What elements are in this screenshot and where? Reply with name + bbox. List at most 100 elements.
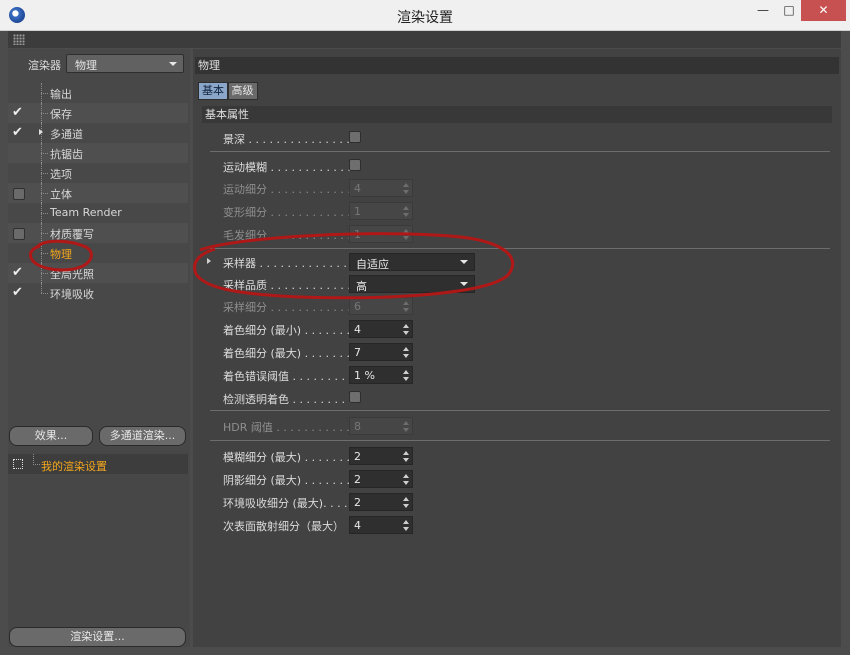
field-label: 采样器 . . . . . . . . . . . . . . . bbox=[223, 257, 361, 270]
spinner-icon[interactable] bbox=[403, 347, 409, 359]
tree-line bbox=[41, 93, 48, 94]
tree-line bbox=[33, 454, 40, 465]
field-label: 着色错误阈值 . . . . . . . . . bbox=[223, 370, 352, 383]
field-value: 自适应 bbox=[356, 258, 389, 271]
sss-subdiv-max-input[interactable]: 4 bbox=[349, 516, 413, 534]
close-icon[interactable]: ✕ bbox=[801, 0, 846, 21]
tree-item-team-render[interactable]: Team Render bbox=[8, 203, 188, 223]
tree-line bbox=[41, 233, 48, 234]
section-title: 物理 bbox=[195, 57, 839, 74]
field-label: 次表面散射细分（最大） bbox=[223, 520, 344, 533]
spinner-icon[interactable] bbox=[403, 520, 409, 532]
checkmark-icon[interactable]: ✔ bbox=[12, 286, 26, 300]
render-settings-button[interactable]: 渲染设置... bbox=[9, 627, 186, 647]
field-label: 采样品质 . . . . . . . . . . . . . bbox=[223, 279, 358, 292]
expand-arrow-icon[interactable] bbox=[207, 258, 211, 264]
tab-bar: 基本 高级 bbox=[198, 82, 258, 100]
spinner-icon[interactable] bbox=[403, 497, 409, 509]
expand-arrow-icon[interactable] bbox=[39, 129, 43, 135]
sampling-quality-row: 采样品质 . . . . . . . . . . . . . 高 bbox=[193, 274, 841, 294]
spinner-icon[interactable] bbox=[403, 301, 409, 313]
tree-item-ambient-occlusion[interactable]: ✔ 环境吸收 bbox=[8, 283, 188, 303]
tree-line bbox=[41, 273, 48, 274]
title-bar: 渲染设置 — □ ✕ bbox=[0, 0, 850, 31]
spinner-icon[interactable] bbox=[403, 421, 409, 433]
multipass-render-button[interactable]: 多通道渲染... bbox=[99, 426, 186, 446]
tree-item-label: Team Render bbox=[50, 206, 122, 219]
spinner-icon[interactable] bbox=[403, 206, 409, 218]
left-panel: 渲染器 物理 输出 ✔ 保存 ✔ 多通道 抗锯齿 选项 立体 Team Rend… bbox=[8, 49, 190, 647]
field-label: 模糊细分 (最大) . . . . . . . bbox=[223, 451, 351, 464]
motion-subdiv-input[interactable]: 4 bbox=[349, 179, 413, 197]
field-value: 2 bbox=[354, 473, 361, 486]
field-value: 4 bbox=[354, 323, 361, 336]
tab-advanced[interactable]: 高级 bbox=[227, 82, 258, 100]
blur-subdiv-max-input[interactable]: 2 bbox=[349, 447, 413, 465]
hair-subdiv-input[interactable]: 1 bbox=[349, 225, 413, 243]
spinner-icon[interactable] bbox=[403, 324, 409, 336]
spinner-icon[interactable] bbox=[403, 451, 409, 463]
shading-subdiv-min-input[interactable]: 4 bbox=[349, 320, 413, 338]
sampler-dropdown[interactable]: 自适应 bbox=[349, 253, 475, 271]
hdr-threshold-row: HDR 阈值 . . . . . . . . . . . . 8 bbox=[193, 416, 841, 436]
depth-of-field-checkbox[interactable] bbox=[349, 131, 361, 143]
field-value: 7 bbox=[354, 346, 361, 359]
spinner-icon[interactable] bbox=[403, 229, 409, 241]
preset-item[interactable]: 我的渲染设置 bbox=[8, 454, 188, 474]
spinner-icon[interactable] bbox=[403, 183, 409, 195]
detect-transparent-checkbox[interactable] bbox=[349, 391, 361, 403]
tree-item-output[interactable]: 输出 bbox=[8, 83, 188, 103]
field-label: 运动模糊 . . . . . . . . . . . . . bbox=[223, 161, 358, 174]
shadow-subdiv-max-row: 阴影细分 (最大) . . . . . . . 2 bbox=[193, 469, 841, 489]
grip-icon[interactable] bbox=[13, 34, 25, 45]
tree-item-save[interactable]: ✔ 保存 bbox=[8, 103, 188, 123]
checkbox[interactable] bbox=[13, 188, 25, 200]
tool-strip bbox=[8, 31, 841, 48]
effects-button[interactable]: 效果... bbox=[9, 426, 93, 446]
minimize-icon[interactable]: — bbox=[750, 0, 776, 21]
tree-line bbox=[41, 253, 48, 254]
tree-line bbox=[41, 293, 48, 294]
preset-list: 我的渲染设置 bbox=[8, 450, 188, 630]
deform-subdiv-input[interactable]: 1 bbox=[349, 202, 413, 220]
tab-basic[interactable]: 基本 bbox=[198, 82, 228, 100]
tree-item-antialiasing[interactable]: 抗锯齿 bbox=[8, 143, 188, 163]
field-label: 阴影细分 (最大) . . . . . . . bbox=[223, 474, 351, 487]
tree-item-label: 材质覆写 bbox=[50, 228, 94, 241]
renderer-dropdown[interactable]: 物理 bbox=[66, 54, 184, 73]
field-value: 高 bbox=[356, 280, 367, 293]
hdr-threshold-input[interactable]: 8 bbox=[349, 417, 413, 435]
ao-subdiv-max-input[interactable]: 2 bbox=[349, 493, 413, 511]
ao-subdiv-max-row: 环境吸收细分 (最大). . . . 2 bbox=[193, 492, 841, 512]
shadow-subdiv-max-input[interactable]: 2 bbox=[349, 470, 413, 488]
checkmark-icon[interactable]: ✔ bbox=[12, 266, 26, 280]
field-value: 4 bbox=[354, 519, 361, 532]
tree-line bbox=[41, 213, 48, 214]
sampling-quality-dropdown[interactable]: 高 bbox=[349, 275, 475, 293]
checkmark-icon[interactable]: ✔ bbox=[12, 106, 26, 120]
tree-item-material-override[interactable]: 材质覆写 bbox=[8, 223, 188, 243]
shading-error-threshold-input[interactable]: 1 % bbox=[349, 366, 413, 384]
chevron-down-icon bbox=[169, 62, 177, 66]
checkbox[interactable] bbox=[13, 228, 25, 240]
maximize-icon[interactable]: □ bbox=[776, 0, 802, 21]
tree-item-global-illumination[interactable]: ✔ 全局光照 bbox=[8, 263, 188, 283]
spinner-icon[interactable] bbox=[403, 474, 409, 486]
sampling-subdiv-input[interactable]: 6 bbox=[349, 297, 413, 315]
checkmark-icon[interactable]: ✔ bbox=[12, 126, 26, 140]
tree-item-multipass[interactable]: ✔ 多通道 bbox=[8, 123, 188, 143]
tree-item-label: 物理 bbox=[50, 248, 72, 261]
chevron-down-icon bbox=[460, 260, 468, 264]
shading-subdiv-max-input[interactable]: 7 bbox=[349, 343, 413, 361]
tree-line bbox=[41, 153, 48, 154]
field-label: 着色细分 (最小) . . . . . . . bbox=[223, 324, 351, 337]
spinner-icon[interactable] bbox=[403, 370, 409, 382]
tree-item-options[interactable]: 选项 bbox=[8, 163, 188, 183]
tree-line bbox=[41, 193, 48, 194]
separator bbox=[210, 151, 830, 152]
settings-preset-icon bbox=[13, 459, 23, 469]
tree-item-stereo[interactable]: 立体 bbox=[8, 183, 188, 203]
tree-item-label: 全局光照 bbox=[50, 268, 94, 281]
motion-blur-checkbox[interactable] bbox=[349, 159, 361, 171]
tree-item-physical[interactable]: 物理 bbox=[8, 243, 188, 263]
